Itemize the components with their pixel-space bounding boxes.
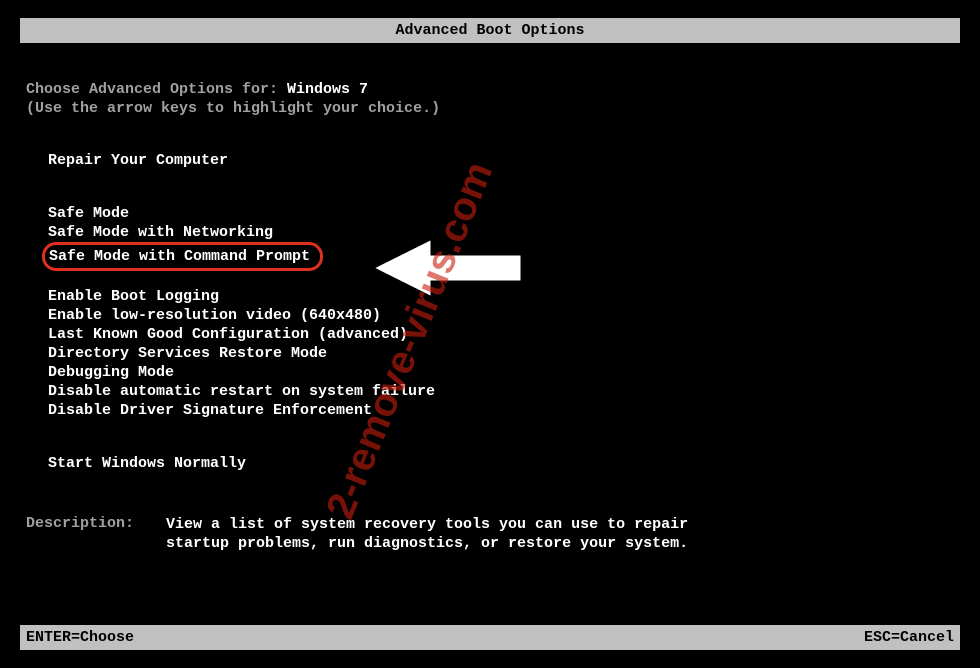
hint-text: (Use the arrow keys to highlight your ch…: [26, 100, 954, 117]
menu-enable-boot-logging[interactable]: Enable Boot Logging: [48, 287, 954, 306]
footer-bar: ENTER=Choose ESC=Cancel: [20, 625, 960, 650]
window-title: Advanced Boot Options: [395, 22, 584, 39]
description-line-1: View a list of system recovery tools you…: [166, 515, 688, 534]
menu-disable-driver-signature[interactable]: Disable Driver Signature Enforcement: [48, 401, 954, 420]
menu-repair-computer[interactable]: Repair Your Computer: [48, 151, 954, 170]
menu-disable-auto-restart[interactable]: Disable automatic restart on system fail…: [48, 382, 954, 401]
menu-start-normally[interactable]: Start Windows Normally: [48, 454, 954, 473]
title-bar: Advanced Boot Options: [20, 18, 960, 43]
boot-menu[interactable]: Repair Your Computer Safe Mode Safe Mode…: [48, 151, 954, 473]
menu-debugging-mode[interactable]: Debugging Mode: [48, 363, 954, 382]
prompt-line: Choose Advanced Options for: Windows 7: [26, 81, 954, 98]
menu-safe-mode[interactable]: Safe Mode: [48, 204, 954, 223]
highlight-circle: Safe Mode with Command Prompt: [42, 242, 323, 271]
menu-directory-services-restore[interactable]: Directory Services Restore Mode: [48, 344, 954, 363]
esc-hint: ESC=Cancel: [864, 629, 954, 646]
enter-hint: ENTER=Choose: [26, 629, 134, 646]
description-text: View a list of system recovery tools you…: [166, 515, 688, 553]
menu-safe-mode-command-prompt[interactable]: Safe Mode with Command Prompt: [48, 242, 954, 271]
menu-safe-mode-networking[interactable]: Safe Mode with Networking: [48, 223, 954, 242]
os-name: Windows 7: [287, 81, 368, 98]
menu-last-known-good[interactable]: Last Known Good Configuration (advanced): [48, 325, 954, 344]
content-area: Choose Advanced Options for: Windows 7 (…: [0, 43, 980, 573]
prompt-prefix: Choose Advanced Options for:: [26, 81, 287, 98]
menu-low-res-video[interactable]: Enable low-resolution video (640x480): [48, 306, 954, 325]
description-section: Description: View a list of system recov…: [26, 515, 954, 553]
description-line-2: startup problems, run diagnostics, or re…: [166, 534, 688, 553]
description-label: Description:: [26, 515, 166, 553]
